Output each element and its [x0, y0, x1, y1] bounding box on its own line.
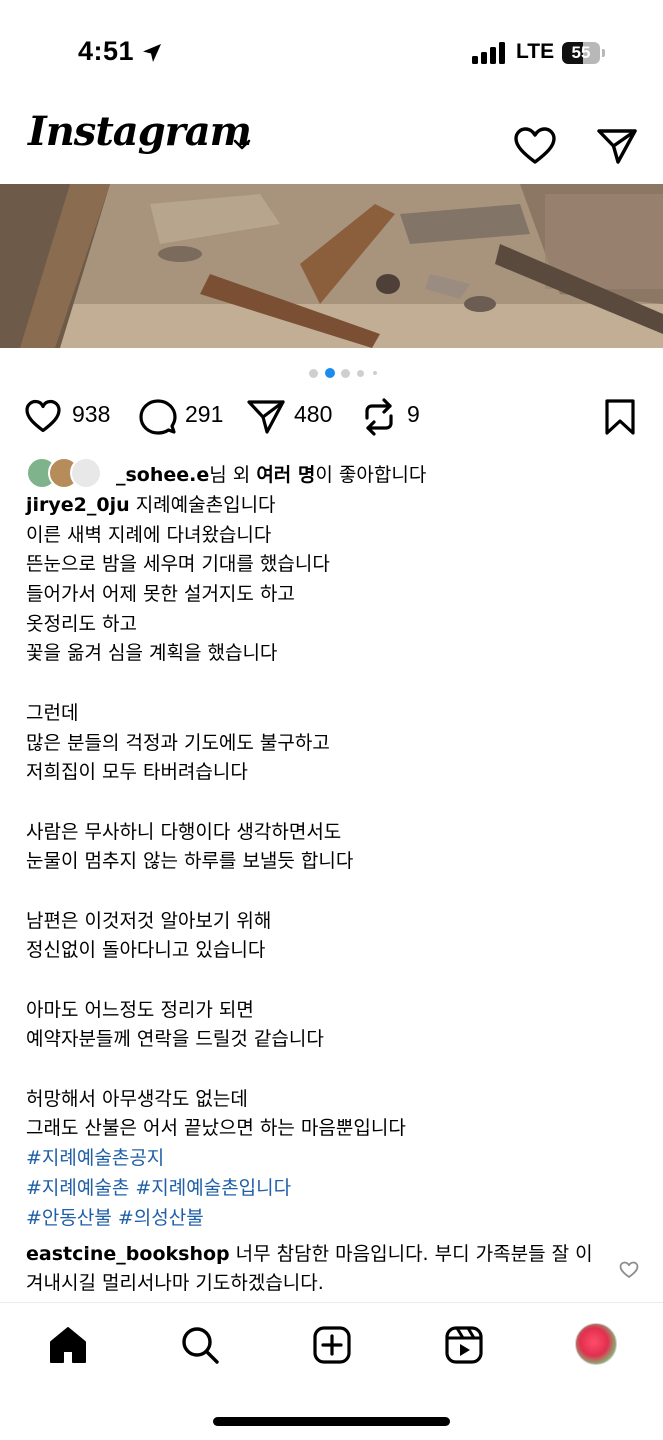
- home-icon[interactable]: [48, 1325, 88, 1365]
- battery-tip: [602, 49, 605, 57]
- caption-line: 허망해서 아무생각도 없는데: [26, 1087, 248, 1110]
- liked-by-suffix: 님 외: [209, 464, 257, 486]
- bookmark-icon[interactable]: [604, 398, 636, 436]
- instagram-logo[interactable]: Instagram: [28, 108, 252, 155]
- caption-line: [26, 669, 638, 699]
- liker-avatars[interactable]: [26, 457, 104, 489]
- comment-count[interactable]: 291: [185, 401, 223, 428]
- status-time: 4:51: [78, 36, 135, 66]
- caption-line: 그래도 산불은 어서 끝났으면 하는 마음뿐입니다: [26, 1117, 406, 1140]
- share-count[interactable]: 480: [294, 401, 332, 428]
- caption-line: 남편은 이것저것 알아보기 위해: [26, 909, 272, 932]
- caption-line: 뜬눈으로 밤을 세우며 기대를 했습니다: [26, 553, 330, 576]
- avatar: [70, 457, 102, 489]
- battery-level: 55: [571, 43, 591, 62]
- liked-by-others[interactable]: 여러 명: [256, 464, 315, 486]
- bottom-nav: [0, 1302, 663, 1393]
- caption-line: 많은 분들의 걱정과 기도에도 불구하고: [26, 731, 330, 754]
- status-bar: 4:51 LTE 55: [0, 0, 663, 100]
- caption-line: 이른 새벽 지례에 다녀왔습니다: [26, 523, 272, 546]
- post-caption: jirye2_0ju 지례예술촌입니다 이른 새벽 지례에 다녀왔습니다뜬눈으로…: [26, 491, 638, 1233]
- caption-line: [26, 788, 638, 818]
- comment-username[interactable]: eastcine_bookshop: [26, 1243, 230, 1265]
- caption-line: 그런데: [26, 701, 79, 724]
- liker-username[interactable]: _sohee.e: [116, 464, 209, 486]
- carousel-dot: [309, 368, 318, 378]
- carousel-dot: [357, 369, 364, 377]
- heart-icon[interactable]: [24, 398, 62, 434]
- repost-count[interactable]: 9: [407, 401, 420, 428]
- create-icon[interactable]: [312, 1325, 352, 1365]
- liked-by-end: 이 좋아합니다: [315, 464, 427, 486]
- caption-line: 예약자분들께 연락을 드릴것 같습니다: [26, 1028, 324, 1051]
- post-photo-image: [0, 184, 663, 348]
- location-arrow-icon: [143, 44, 161, 62]
- caption-text: 지례예술촌입니다: [129, 494, 276, 516]
- caption-line: 옷정리도 하고: [26, 612, 137, 635]
- comment-preview[interactable]: eastcine_bookshop 너무 참담한 마음입니다. 부디 가족분들 …: [26, 1240, 596, 1298]
- caption-body: 이른 새벽 지례에 다녀왔습니다뜬눈으로 밤을 세우며 기대를 했습니다들어가서…: [26, 521, 638, 1144]
- heart-icon[interactable]: [513, 126, 557, 166]
- app-header: Instagram: [0, 108, 663, 184]
- caption-line: 들어가서 어제 못한 설거지도 하고: [26, 583, 295, 606]
- caption-line: 눈물이 멈추지 않는 하루를 보낼듯 합니다: [26, 850, 354, 873]
- share-icon[interactable]: [246, 398, 286, 436]
- carousel-indicator: [0, 367, 663, 379]
- caption-line: 사람은 무사하니 다행이다 생각하면서도: [26, 820, 342, 843]
- hashtag-link[interactable]: #지례예술촌 #지례예술촌입니다: [26, 1174, 638, 1204]
- caption-line: [26, 877, 638, 907]
- profile-avatar[interactable]: [575, 1323, 617, 1365]
- comment-like-heart-icon[interactable]: [619, 1261, 639, 1279]
- direct-message-icon[interactable]: [596, 126, 638, 166]
- chevron-down-icon[interactable]: [232, 138, 252, 152]
- caption-line: 아마도 어느정도 정리가 되면: [26, 998, 254, 1021]
- repost-icon[interactable]: [362, 398, 396, 436]
- hashtag-link[interactable]: #안동산불 #의성산불: [26, 1204, 638, 1234]
- hashtag-link[interactable]: #지례예술촌공지: [26, 1144, 638, 1174]
- caption-hashtags: #지례예술촌공지 #지례예술촌 #지례예술촌입니다 #안동산불 #의성산불: [26, 1144, 638, 1233]
- battery-icon: 55: [562, 42, 600, 64]
- liked-by-row[interactable]: _sohee.e님 외 여러 명이 좋아합니다: [26, 456, 646, 490]
- caption-username[interactable]: jirye2_0ju: [26, 494, 130, 516]
- caption-first-line: jirye2_0ju 지례예술촌입니다: [26, 491, 638, 521]
- post-photo[interactable]: [0, 184, 663, 348]
- liked-by-text: _sohee.e님 외 여러 명이 좋아합니다: [116, 460, 426, 487]
- caption-line: 꽃을 옮겨 심을 계획을 했습니다: [26, 642, 278, 665]
- carousel-dot-active: [325, 368, 335, 378]
- post-actions: 938 291 480 9: [0, 396, 663, 440]
- caption-line: 저희집이 모두 타버려습니다: [26, 761, 248, 784]
- like-count[interactable]: 938: [72, 401, 110, 428]
- comment-icon[interactable]: [139, 398, 177, 436]
- caption-line: 정신없이 돌아다니고 있습니다: [26, 939, 266, 962]
- signal-bars-icon: [472, 42, 505, 64]
- carousel-dot: [373, 371, 377, 375]
- carousel-dot: [341, 368, 350, 378]
- network-type: LTE: [516, 40, 555, 63]
- home-indicator: [213, 1417, 450, 1426]
- caption-line: [26, 1055, 638, 1085]
- reels-icon[interactable]: [444, 1325, 484, 1365]
- caption-line: [26, 966, 638, 996]
- search-icon[interactable]: [180, 1325, 220, 1365]
